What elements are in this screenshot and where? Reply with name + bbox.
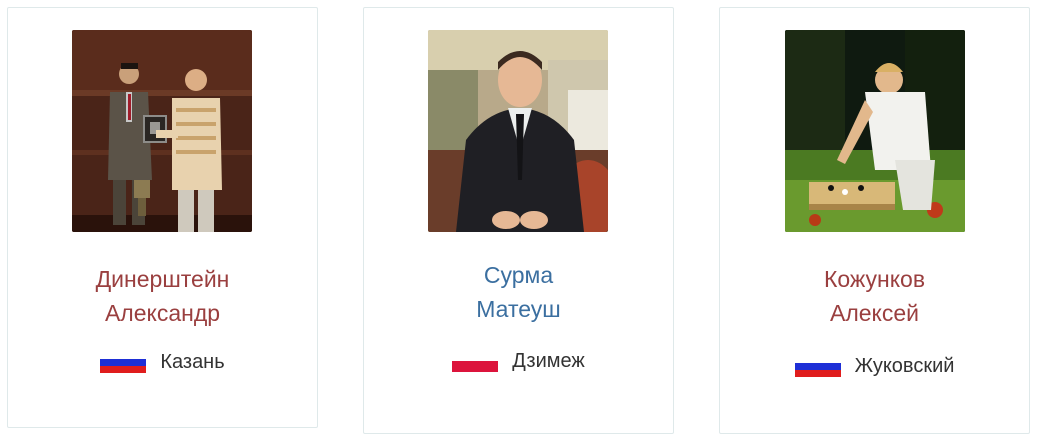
russia-flag-icon xyxy=(794,355,841,377)
player-location: Дзимеж xyxy=(364,349,673,373)
player-given-name[interactable]: Алексей xyxy=(720,296,1029,330)
outdoor-go-game-photo xyxy=(785,30,965,232)
poland-flag-icon xyxy=(452,350,499,372)
player-surname[interactable]: Кожунков xyxy=(720,262,1029,296)
russia-flag-icon xyxy=(100,351,147,373)
player-city: Жуковский xyxy=(854,354,955,377)
player-card: Динерштейн Александр Казань xyxy=(7,7,318,428)
player-name[interactable]: Кожунков Алексей xyxy=(720,262,1029,330)
player-name[interactable]: Сурма Матеуш xyxy=(364,258,673,326)
player-card: Кожунков Алексей Жуковский xyxy=(719,7,1030,434)
player-given-name[interactable]: Матеуш xyxy=(364,292,673,326)
player-location: Жуковский xyxy=(720,354,1029,378)
player-photo[interactable] xyxy=(428,30,608,232)
player-photo[interactable] xyxy=(72,30,252,232)
player-photo[interactable] xyxy=(785,30,965,232)
award-ceremony-photo xyxy=(72,30,252,232)
player-given-name[interactable]: Александр xyxy=(8,296,317,330)
player-location: Казань xyxy=(8,350,317,374)
player-city: Дзимеж xyxy=(512,349,585,372)
player-city: Казань xyxy=(160,350,225,373)
player-name[interactable]: Динерштейн Александр xyxy=(8,262,317,330)
portrait-photo xyxy=(428,30,608,232)
player-surname[interactable]: Сурма xyxy=(364,258,673,292)
player-surname[interactable]: Динерштейн xyxy=(8,262,317,296)
player-card: Сурма Матеуш Дзимеж xyxy=(363,7,674,434)
